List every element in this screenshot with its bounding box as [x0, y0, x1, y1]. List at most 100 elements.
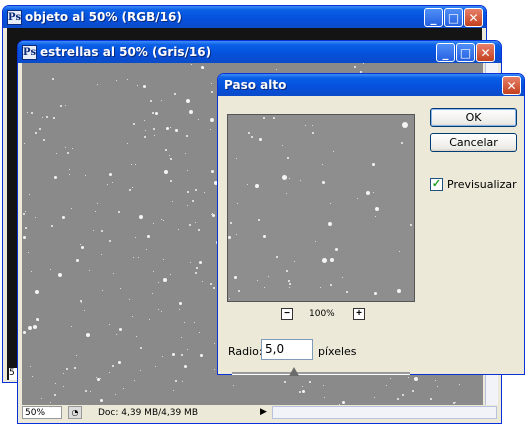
star-speck	[25, 227, 27, 229]
star-speck	[408, 377, 409, 378]
zoom-field[interactable]: 50%	[22, 406, 62, 419]
star-speck	[342, 401, 345, 404]
star-speck	[67, 152, 69, 154]
radius-slider-track[interactable]	[232, 372, 410, 375]
filter-preview[interactable]	[227, 114, 415, 302]
maximize-button[interactable]: □	[456, 43, 475, 62]
star-speck	[390, 378, 391, 379]
star-speck	[251, 136, 253, 138]
star-speck	[35, 290, 39, 294]
star-speck	[322, 258, 327, 263]
star-speck	[56, 153, 57, 154]
minimize-icon: _	[442, 46, 449, 60]
star-speck	[233, 385, 234, 386]
radius-slider-thumb[interactable]	[289, 367, 300, 376]
star-speck	[69, 174, 70, 175]
star-speck	[402, 122, 408, 128]
star-speck	[258, 219, 260, 221]
star-speck	[330, 284, 332, 286]
star-speck	[175, 129, 178, 132]
star-speck	[97, 378, 100, 381]
star-speck	[237, 203, 238, 204]
star-speck	[145, 130, 146, 131]
dialog-close-button[interactable]: ✕	[502, 76, 521, 95]
star-speck	[46, 116, 48, 118]
star-speck	[162, 356, 163, 357]
star-speck	[323, 385, 324, 386]
front-window-titlebar[interactable]: Ps estrellas al 50% (Gris/16) _ □ ✕	[18, 41, 501, 63]
star-speck	[71, 208, 72, 209]
star-speck	[86, 333, 90, 337]
radius-input[interactable]: 5,0	[261, 339, 313, 360]
star-speck	[187, 349, 188, 350]
star-speck	[172, 353, 175, 356]
dialog-titlebar[interactable]: Paso alto ✕	[218, 74, 524, 96]
maximize-button[interactable]: □	[444, 8, 463, 27]
star-speck	[109, 324, 110, 325]
star-speck	[189, 224, 191, 226]
zoom-in-button[interactable]: +	[353, 308, 365, 320]
star-speck	[234, 276, 237, 279]
star-speck	[257, 280, 258, 281]
maximize-icon: □	[459, 46, 472, 60]
star-speck	[31, 112, 33, 114]
status-info-icon[interactable]: ◔	[68, 406, 82, 419]
ok-button[interactable]: OK	[430, 108, 517, 127]
star-speck	[181, 354, 183, 356]
star-speck	[414, 377, 418, 381]
star-speck	[174, 93, 176, 95]
preview-checkbox[interactable]: ✓	[430, 178, 443, 191]
star-speck	[435, 380, 436, 381]
cancel-button[interactable]: Cancelar	[430, 133, 517, 152]
close-icon: ✕	[480, 46, 491, 60]
star-speck	[113, 273, 114, 274]
star-speck	[163, 259, 164, 260]
star-speck	[112, 182, 113, 183]
star-speck	[41, 398, 42, 399]
star-speck	[286, 193, 287, 194]
star-speck	[31, 271, 32, 272]
star-speck	[123, 388, 124, 389]
star-speck	[165, 149, 167, 151]
star-speck	[199, 261, 202, 264]
star-speck	[28, 326, 32, 330]
star-speck	[154, 135, 155, 136]
star-speck	[163, 220, 164, 221]
star-speck	[69, 169, 70, 170]
star-speck	[152, 293, 153, 294]
status-menu-arrow-icon[interactable]: ▶	[260, 406, 267, 419]
high-pass-dialog[interactable]: Paso alto ✕ − 100% + OK Cancelar ✓ Previ…	[217, 73, 525, 376]
star-speck	[213, 287, 215, 289]
star-speck	[161, 219, 162, 220]
zoom-out-button[interactable]: −	[281, 308, 293, 320]
minimize-button[interactable]: _	[424, 8, 443, 27]
star-speck	[129, 299, 130, 300]
horizontal-scrollbar[interactable]	[272, 406, 497, 419]
star-speck	[50, 269, 51, 270]
star-speck	[175, 380, 177, 382]
star-speck	[153, 271, 154, 272]
star-speck	[322, 181, 325, 184]
star-speck	[23, 213, 25, 215]
star-speck	[84, 310, 85, 311]
star-speck	[170, 274, 171, 275]
star-speck	[60, 105, 62, 107]
star-speck	[118, 211, 120, 213]
minimize-button[interactable]: _	[436, 43, 455, 62]
star-speck	[210, 283, 212, 285]
star-speck	[191, 64, 192, 65]
star-speck	[330, 258, 334, 262]
close-button[interactable]: ✕	[464, 8, 483, 27]
back-window-titlebar[interactable]: Ps objeto al 50% (RGB/16) _ □ ✕	[3, 6, 486, 28]
star-speck	[375, 216, 376, 217]
star-speck	[210, 118, 214, 122]
star-speck	[288, 280, 290, 282]
star-speck	[372, 163, 375, 166]
close-button[interactable]: ✕	[476, 43, 495, 62]
star-speck	[65, 105, 66, 106]
star-speck	[81, 302, 82, 303]
star-speck	[170, 158, 172, 160]
star-speck	[164, 170, 168, 174]
star-speck	[299, 391, 301, 393]
star-speck	[286, 270, 288, 272]
